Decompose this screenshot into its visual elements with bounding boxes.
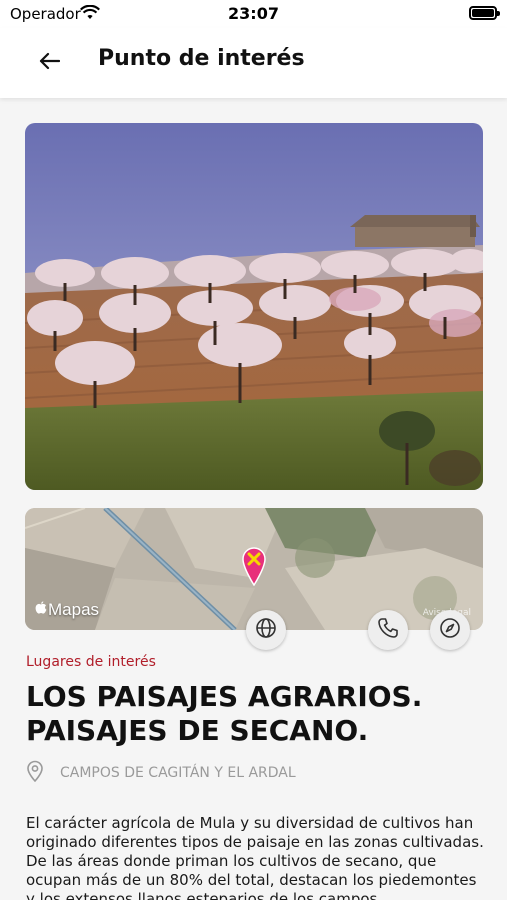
website-button[interactable] xyxy=(246,610,286,650)
arrow-left-icon xyxy=(38,52,61,74)
poi-description: El carácter agrícola de Mula y su divers… xyxy=(26,814,484,900)
back-button[interactable] xyxy=(32,48,66,78)
page-title: Punto de interés xyxy=(98,46,305,71)
map-pin-icon xyxy=(241,546,267,590)
apple-logo-icon xyxy=(35,600,47,620)
maps-brand: Mapas xyxy=(35,600,99,620)
status-time: 23:07 xyxy=(228,4,279,23)
poi-title-line-1: LOS PAISAJES AGRARIOS. xyxy=(26,680,423,713)
poi-location-label: CAMPOS DE CAGITÁN Y EL ARDAL xyxy=(60,765,296,781)
globe-icon xyxy=(255,617,277,643)
call-button[interactable] xyxy=(368,610,408,650)
location-pin-icon xyxy=(26,760,44,786)
battery-icon xyxy=(469,6,500,20)
poi-title: LOS PAISAJES AGRARIOS. PAISAJES DE SECAN… xyxy=(26,680,486,748)
poi-location: CAMPOS DE CAGITÁN Y EL ARDAL xyxy=(26,760,296,786)
navigation-bar: Punto de interés xyxy=(0,28,507,98)
compass-icon xyxy=(439,617,461,643)
phone-icon xyxy=(377,617,399,643)
poi-photo xyxy=(25,123,483,490)
maps-brand-label: Mapas xyxy=(48,600,100,619)
location-map[interactable]: Mapas Aviso legal xyxy=(25,508,483,630)
poi-category: Lugares de interés xyxy=(26,654,156,670)
poi-title-line-2: PAISAJES DE SECANO. xyxy=(26,714,369,747)
status-bar: Operador 23:07 xyxy=(0,0,507,28)
directions-button[interactable] xyxy=(430,610,470,650)
